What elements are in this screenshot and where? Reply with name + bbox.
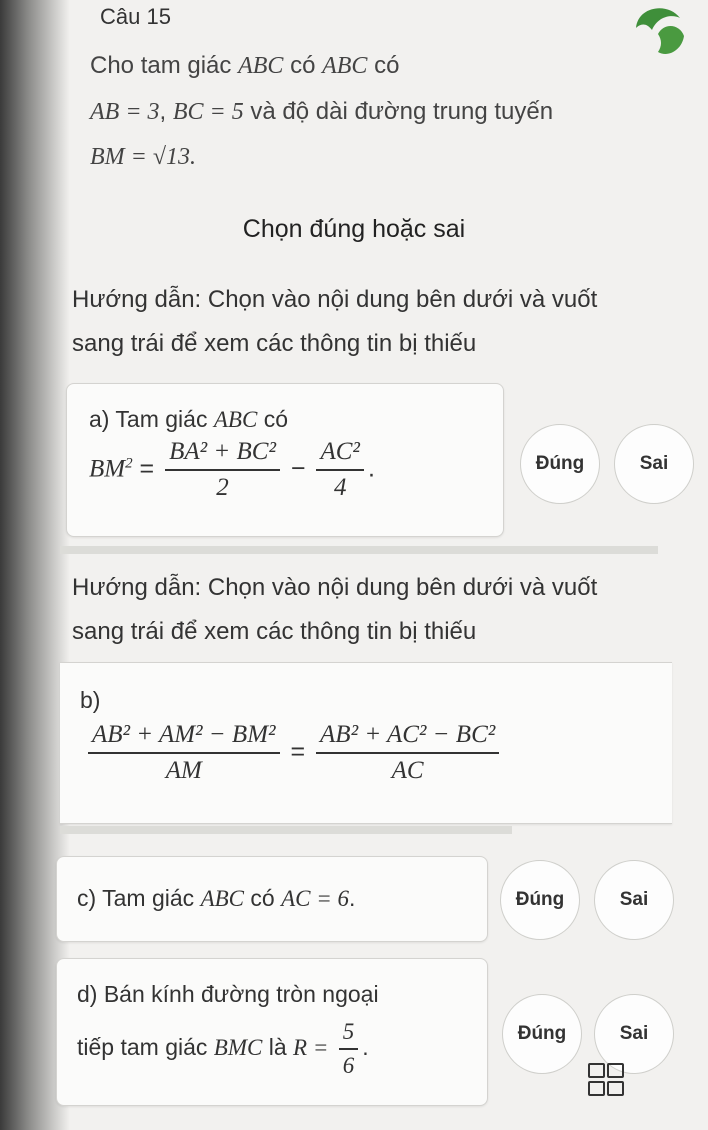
item-c-card[interactable]: c) Tam giác ABC có AC = 6. — [56, 856, 488, 942]
item-a-true-button[interactable]: Đúng — [520, 424, 600, 504]
item-d-fraction: 5 6 — [338, 1019, 359, 1079]
item-a-card[interactable]: a) Tam giác ABC có BM2 = BA² + BC² 2 − A… — [66, 383, 504, 537]
hint-text-1: Hướng dẫn: Chọn vào nội dung bên dưới và… — [72, 286, 598, 357]
divider-1 — [60, 546, 658, 554]
question-prompt-line1: Cho tam giác ABC có ABC có — [90, 52, 400, 79]
item-a-fraction-1: BA² + BC² 2 — [165, 438, 280, 502]
hint-text-2: Hướng dẫn: Chọn vào nội dung bên dưới và… — [72, 574, 598, 645]
grid-menu-icon[interactable] — [588, 1063, 624, 1099]
item-b-fraction-2: AB² + AC² − BC² AC — [316, 721, 500, 785]
item-a-false-button[interactable]: Sai — [614, 424, 694, 504]
item-d-line1: d) Bán kính đường tròn ngoại — [77, 981, 379, 1007]
item-b-card[interactable]: b) AB² + AM² − BM² AM = AB² + AC² − BC² … — [60, 662, 672, 824]
item-c-true-button[interactable]: Đúng — [500, 860, 580, 940]
item-c-false-button[interactable]: Sai — [594, 860, 674, 940]
item-b-fraction-1: AB² + AM² − BM² AM — [88, 721, 280, 785]
item-d-true-button[interactable]: Đúng — [502, 994, 582, 1074]
item-c-label: c) Tam giác ABC có AC = 6. — [77, 885, 356, 911]
item-a-label: a) Tam giác ABC có — [89, 406, 288, 432]
question-title: Câu 15 — [100, 4, 171, 29]
item-b-label: b) — [80, 687, 101, 713]
item-a-fraction-2: AC² 4 — [316, 438, 364, 502]
divider-2 — [60, 826, 512, 834]
instruction-text: Chọn đúng hoặc sai — [242, 215, 466, 243]
item-b-formula: AB² + AM² − BM² AM = AB² + AC² − BC² AC — [84, 721, 503, 785]
item-d-card[interactable]: d) Bán kính đường tròn ngoại tiếp tam gi… — [56, 958, 488, 1106]
item-a-formula: BM2 = BA² + BC² 2 − AC² 4 . — [89, 438, 375, 502]
item-d-line2: tiếp tam giác BMC là R = 5 6 . — [77, 1019, 369, 1079]
leaf-logo-icon — [636, 8, 684, 55]
question-prompt-line3: BM = √13. — [90, 144, 197, 170]
item-d-false-button[interactable]: Sai — [594, 994, 674, 1074]
question-prompt-line2: AB = 3, BC = 5 và độ dài đường trung tuy… — [90, 98, 554, 125]
